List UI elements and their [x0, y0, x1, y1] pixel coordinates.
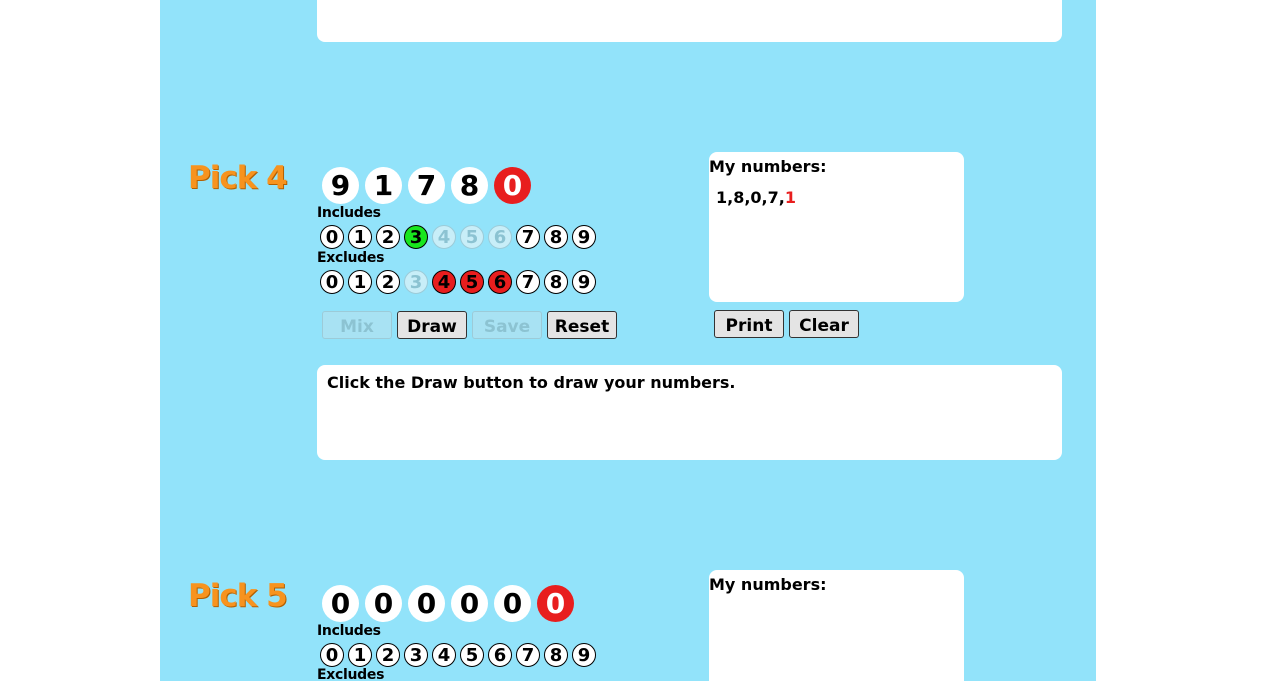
pick4-ball: 1: [365, 167, 402, 204]
pick4-title: Pick 4: [188, 160, 288, 196]
save-button[interactable]: Save: [472, 311, 542, 339]
pick5-my-numbers-label: My numbers:: [709, 575, 827, 594]
print-button[interactable]: Print: [714, 310, 784, 338]
pick5-includes-label: Includes: [317, 623, 381, 639]
pick4-exclude-digit-1[interactable]: 1: [348, 270, 372, 294]
pick5-include-digit-6[interactable]: 6: [488, 643, 512, 667]
pick5-include-digit-3[interactable]: 3: [404, 643, 428, 667]
pick5-ball: 0: [451, 585, 488, 622]
pick5-include-digit-8[interactable]: 8: [544, 643, 568, 667]
draw-button[interactable]: Draw: [397, 311, 467, 339]
my-numbers-text: 1,8,0,7,: [716, 188, 785, 207]
pick4-include-digit-2[interactable]: 2: [376, 225, 400, 249]
pick4-drawn-balls: 9 1 7 8 0: [322, 167, 537, 204]
pick4-my-numbers-label: My numbers:: [709, 157, 827, 176]
pick4-include-digit-8[interactable]: 8: [544, 225, 568, 249]
pick4-exclude-digit-3: 3: [404, 270, 428, 294]
pick5-ball: 0: [408, 585, 445, 622]
pick4-exclude-digit-0[interactable]: 0: [320, 270, 344, 294]
pick4-ball: 7: [408, 167, 445, 204]
pick4-exclude-digit-8[interactable]: 8: [544, 270, 568, 294]
pick4-exclude-digit-2[interactable]: 2: [376, 270, 400, 294]
pick4-my-numbers-list: 1,8,0,7,1: [716, 188, 796, 207]
pick4-exclude-digit-9[interactable]: 9: [572, 270, 596, 294]
pick5-include-digit-0[interactable]: 0: [320, 643, 344, 667]
pick5-include-digit-1[interactable]: 1: [348, 643, 372, 667]
pick5-ball: 0: [365, 585, 402, 622]
pick4-include-digit-0[interactable]: 0: [320, 225, 344, 249]
previous-message-box: [317, 0, 1062, 42]
pick4-exclude-digit-5[interactable]: 5: [460, 270, 484, 294]
pick4-ball: 8: [451, 167, 488, 204]
pick5-include-digit-2[interactable]: 2: [376, 643, 400, 667]
pick5-include-digit-9[interactable]: 9: [572, 643, 596, 667]
mix-button[interactable]: Mix: [322, 311, 392, 339]
pick4-include-digit-1[interactable]: 1: [348, 225, 372, 249]
pick4-exclude-digit-4[interactable]: 4: [432, 270, 456, 294]
pick5-ball: 0: [322, 585, 359, 622]
pick4-include-digit-3[interactable]: 3: [404, 225, 428, 249]
pick4-bonus-ball: 0: [494, 167, 531, 204]
pick5-title: Pick 5: [188, 578, 288, 614]
pick4-includes-digits: 0123456789: [320, 225, 600, 249]
pick5-include-digit-5[interactable]: 5: [460, 643, 484, 667]
pick4-ball: 9: [322, 167, 359, 204]
pick4-include-digit-7[interactable]: 7: [516, 225, 540, 249]
pick4-include-digit-6: 6: [488, 225, 512, 249]
pick4-includes-label: Includes: [317, 205, 381, 221]
pick4-include-digit-9[interactable]: 9: [572, 225, 596, 249]
pick5-includes-digits: 0123456789: [320, 643, 600, 667]
reset-button[interactable]: Reset: [547, 311, 617, 339]
pick5-include-digit-4[interactable]: 4: [432, 643, 456, 667]
my-numbers-highlight: 1: [784, 188, 796, 207]
pick5-bonus-ball: 0: [537, 585, 574, 622]
pick4-include-digit-5: 5: [460, 225, 484, 249]
pick5-include-digit-7[interactable]: 7: [516, 643, 540, 667]
pick4-include-digit-4: 4: [432, 225, 456, 249]
pick4-exclude-digit-7[interactable]: 7: [516, 270, 540, 294]
pick4-excludes-digits: 0123456789: [320, 270, 600, 294]
pick4-exclude-digit-6[interactable]: 6: [488, 270, 512, 294]
clear-button[interactable]: Clear: [789, 310, 859, 338]
pick4-message: Click the Draw button to draw your numbe…: [327, 373, 736, 392]
pick5-drawn-balls: 0 0 0 0 0 0: [322, 585, 580, 622]
pick4-excludes-label: Excludes: [317, 250, 385, 266]
pick5-ball: 0: [494, 585, 531, 622]
